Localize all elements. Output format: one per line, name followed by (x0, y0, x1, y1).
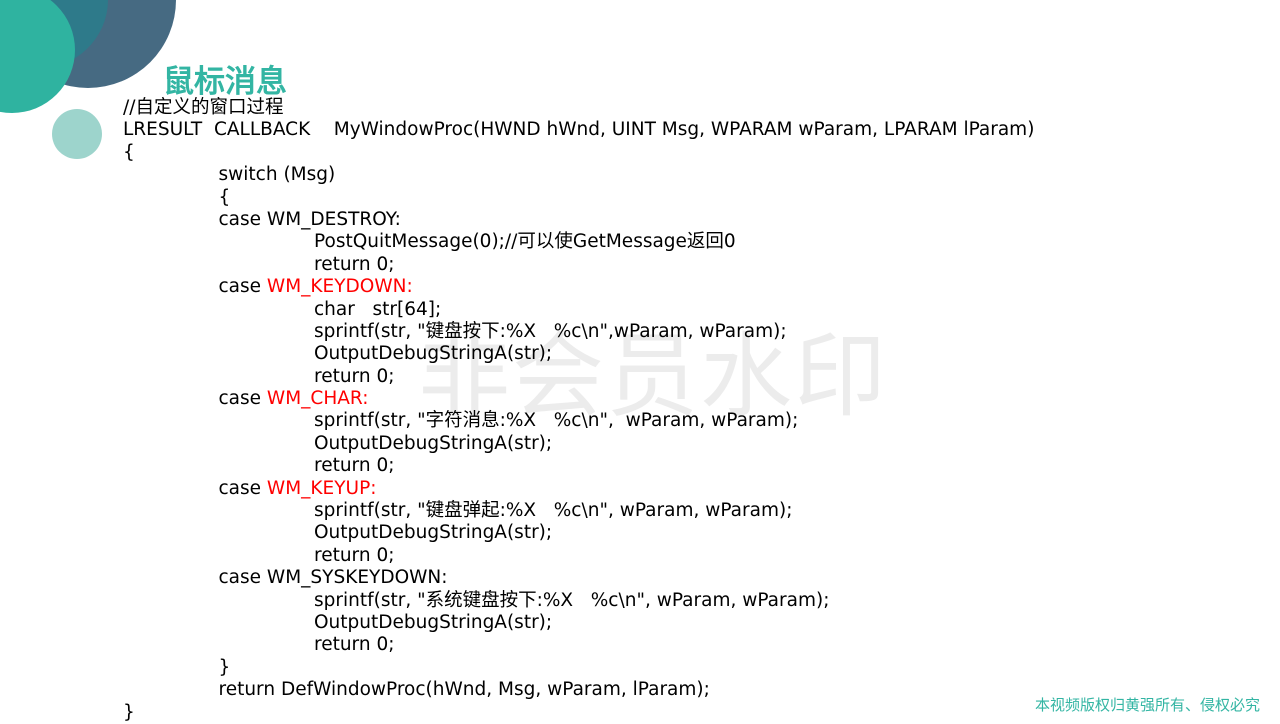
code-line: } (123, 657, 1034, 679)
code-line: sprintf(str, "字符消息:%X %c\n", wParam, wPa… (123, 410, 1034, 432)
code-line: OutputDebugStringA(str); (123, 433, 1034, 455)
code-text: OutputDebugStringA(str); (314, 432, 553, 454)
code-line: PostQuitMessage(0);//可以使GetMessage返回0 (123, 231, 1034, 253)
code-line: sprintf(str, "键盘按下:%X %c\n",wParam, wPar… (123, 321, 1034, 343)
code-line: sprintf(str, "键盘弹起:%X %c\n", wParam, wPa… (123, 500, 1034, 522)
code-text: } (123, 701, 135, 723)
code-text: case (218, 276, 267, 298)
code-text: case WM_SYSKEYDOWN: (218, 567, 448, 589)
code-text: return 0; (314, 365, 395, 387)
code-line: return 0; (123, 634, 1034, 656)
code-line: return 0; (123, 366, 1034, 388)
code-text: { (123, 141, 135, 163)
code-line: OutputDebugStringA(str); (123, 343, 1034, 365)
code-text: OutputDebugStringA(str); (314, 522, 553, 544)
code-text: //自定义的窗口过程 (123, 97, 284, 118)
code-line: //自定义的窗口过程 (123, 97, 1034, 119)
code-text: case (218, 388, 267, 410)
code-line: case WM_KEYUP: (123, 478, 1034, 500)
code-text: LRESULT CALLBACK MyWindowProc(HWND hWnd,… (123, 119, 1035, 141)
code-text: PostQuitMessage(0);//可以使GetMessage返回0 (314, 231, 736, 253)
code-text: switch (Msg) (218, 164, 336, 186)
highlighted-message-name: WM_KEYUP: (266, 477, 377, 499)
code-block: //自定义的窗口过程 LRESULT CALLBACK MyWindowProc(… (123, 97, 1034, 724)
decorative-circle-teal (0, 0, 75, 113)
code-text: OutputDebugStringA(str); (314, 343, 553, 365)
code-line: return 0; (123, 254, 1034, 276)
code-line: case WM_DESTROY: (123, 209, 1034, 231)
code-text: sprintf(str, "字符消息:%X %c\n", wParam, wPa… (314, 410, 799, 432)
code-text: return 0; (314, 253, 395, 275)
code-text: char str[64]; (314, 298, 442, 320)
code-line: switch (Msg) (123, 164, 1034, 186)
code-line: char str[64]; (123, 299, 1034, 321)
code-text: case (218, 477, 267, 499)
highlighted-message-name: WM_CHAR: (266, 388, 369, 410)
code-text: sprintf(str, "系统键盘按下:%X %c\n", wParam, w… (314, 589, 830, 611)
code-line: { (123, 142, 1034, 164)
code-text: return DefWindowProc(hWnd, Msg, wParam, … (218, 679, 710, 701)
code-line: case WM_KEYDOWN: (123, 276, 1034, 298)
code-text: sprintf(str, "键盘按下:%X %c\n",wParam, wPar… (314, 320, 787, 342)
code-line: sprintf(str, "系统键盘按下:%X %c\n", wParam, w… (123, 590, 1034, 612)
copyright-footer: 本视频版权归黄强所有、侵权必究 (1034, 696, 1260, 714)
code-text: case WM_DESTROY: (218, 208, 401, 230)
code-text: OutputDebugStringA(str); (314, 611, 553, 633)
code-line: case WM_CHAR: (123, 388, 1034, 410)
code-text: return 0; (314, 634, 395, 656)
code-text: return 0; (314, 544, 395, 566)
code-line: OutputDebugStringA(str); (123, 522, 1034, 544)
code-text: { (218, 186, 231, 208)
decorative-circle-small (52, 109, 102, 159)
highlighted-message-name: WM_KEYDOWN: (266, 276, 413, 298)
code-line: return DefWindowProc(hWnd, Msg, wParam, … (123, 679, 1034, 701)
code-line: return 0; (123, 455, 1034, 477)
code-line: OutputDebugStringA(str); (123, 612, 1034, 634)
code-line: LRESULT CALLBACK MyWindowProc(HWND hWnd,… (123, 119, 1034, 141)
code-text: } (218, 656, 231, 678)
code-line: } (123, 702, 1034, 724)
slide-title: 鼠标消息 (163, 64, 287, 100)
code-line: { (123, 187, 1034, 209)
code-text: return 0; (314, 455, 395, 477)
code-text: sprintf(str, "键盘弹起:%X %c\n", wParam, wPa… (314, 500, 793, 522)
code-line: case WM_SYSKEYDOWN: (123, 567, 1034, 589)
code-line: return 0; (123, 545, 1034, 567)
